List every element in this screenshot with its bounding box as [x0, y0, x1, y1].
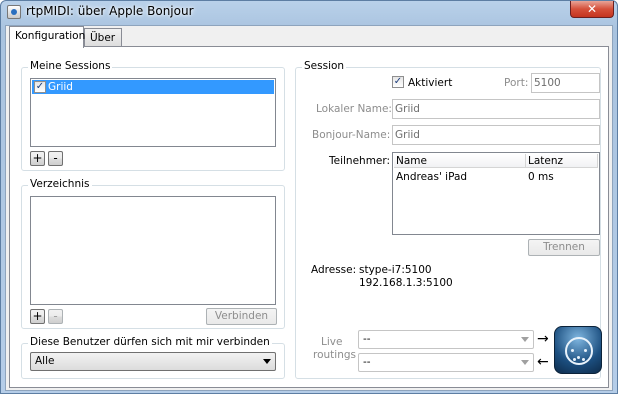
column-latency[interactable]: Latenz	[526, 154, 598, 168]
tab-konfiguration[interactable]: Konfiguration	[9, 26, 85, 48]
local-name-field[interactable]: Griid	[392, 99, 600, 119]
local-name-label: Lokaler Name:	[316, 103, 392, 115]
midi-pin	[582, 358, 585, 361]
arrow-left-icon: ←	[537, 354, 549, 370]
chevron-down-icon	[521, 360, 529, 365]
midi-connector-icon[interactable]	[554, 326, 602, 374]
bonjour-name-field[interactable]: Griid	[392, 125, 600, 145]
my-sessions-list[interactable]: ✓ Griid	[30, 78, 276, 147]
midi-pin	[573, 358, 576, 361]
session-group: Session ✓ Aktiviert Port: 5100 Lokaler N…	[295, 60, 602, 379]
session-active-checkbox[interactable]: ✓	[392, 76, 404, 88]
directory-group: Verzeichnis + - Verbinden	[21, 178, 285, 329]
session-label: Session	[302, 60, 347, 72]
permission-select[interactable]: Alle	[30, 352, 276, 371]
session-item-griid[interactable]: ✓ Griid	[32, 80, 274, 94]
bonjour-name-label: Bonjour-Name:	[312, 129, 391, 141]
permission-group: Diese Benutzer dürfen sich mit mir verbi…	[21, 336, 285, 379]
address-line-1: stype-i7:5100	[359, 264, 432, 276]
column-name[interactable]: Name	[394, 154, 526, 168]
midi-ring	[565, 337, 593, 365]
permission-label: Diese Benutzer dürfen sich mit mir verbi…	[28, 336, 272, 348]
routing-out-value: --	[363, 356, 371, 368]
close-button[interactable]: ✕	[570, 1, 614, 18]
app-icon	[7, 5, 21, 19]
chevron-down-icon	[521, 337, 529, 342]
address-line-2: 192.168.1.3:5100	[359, 277, 453, 289]
session-enabled-checkbox[interactable]: ✓	[34, 81, 46, 93]
midi-pin	[577, 356, 580, 359]
participant-name: Andreas' iPad	[396, 171, 468, 183]
add-directory-button[interactable]: +	[30, 309, 45, 324]
arrow-right-icon: →	[537, 331, 549, 347]
directory-label: Verzeichnis	[28, 178, 92, 190]
tab-panel-konfiguration: Meine Sessions ✓ Griid + - Verzeichnis +…	[9, 46, 609, 388]
permission-selected-value: Alle	[35, 355, 55, 367]
remove-directory-button[interactable]: -	[48, 309, 63, 324]
my-sessions-group: Meine Sessions ✓ Griid + -	[21, 60, 285, 171]
participant-latency: 0 ms	[528, 171, 554, 183]
port-field[interactable]: 5100	[531, 73, 600, 93]
address-label: Adresse:	[311, 264, 357, 276]
tab-ueber[interactable]: Über	[84, 28, 122, 48]
my-sessions-label: Meine Sessions	[28, 60, 113, 72]
session-active-label: Aktiviert	[408, 77, 453, 89]
window-title: rtpMIDI: über Apple Bonjour	[26, 4, 194, 18]
remove-session-button[interactable]: -	[48, 151, 63, 166]
routing-out-select[interactable]: --	[358, 353, 534, 372]
live-routings-label-2: routings	[313, 349, 356, 361]
app-window: rtpMIDI: über Apple Bonjour ✕ Konfigurat…	[0, 0, 618, 394]
routing-in-value: --	[363, 333, 371, 345]
disconnect-button[interactable]: Trennen	[528, 239, 600, 256]
chevron-down-icon	[263, 359, 271, 364]
add-session-button[interactable]: +	[30, 151, 45, 166]
participants-list[interactable]: Name Latenz Andreas' iPad 0 ms	[392, 152, 600, 235]
directory-list[interactable]	[30, 196, 276, 305]
live-routings-label-1: Live	[321, 336, 343, 348]
client-area: Konfiguration Über Meine Sessions ✓ Grii…	[5, 25, 613, 391]
participants-header: Name Latenz	[394, 154, 598, 168]
port-label: Port:	[504, 77, 529, 89]
session-item-label: Griid	[48, 81, 73, 93]
connect-button[interactable]: Verbinden	[206, 308, 277, 325]
midi-pin	[584, 349, 587, 352]
midi-pin	[571, 349, 574, 352]
routing-in-select[interactable]: --	[358, 330, 534, 349]
participant-row[interactable]: Andreas' iPad 0 ms	[394, 171, 598, 185]
title-bar[interactable]: rtpMIDI: über Apple Bonjour ✕	[1, 1, 617, 23]
participants-label: Teilnehmer:	[329, 155, 391, 167]
